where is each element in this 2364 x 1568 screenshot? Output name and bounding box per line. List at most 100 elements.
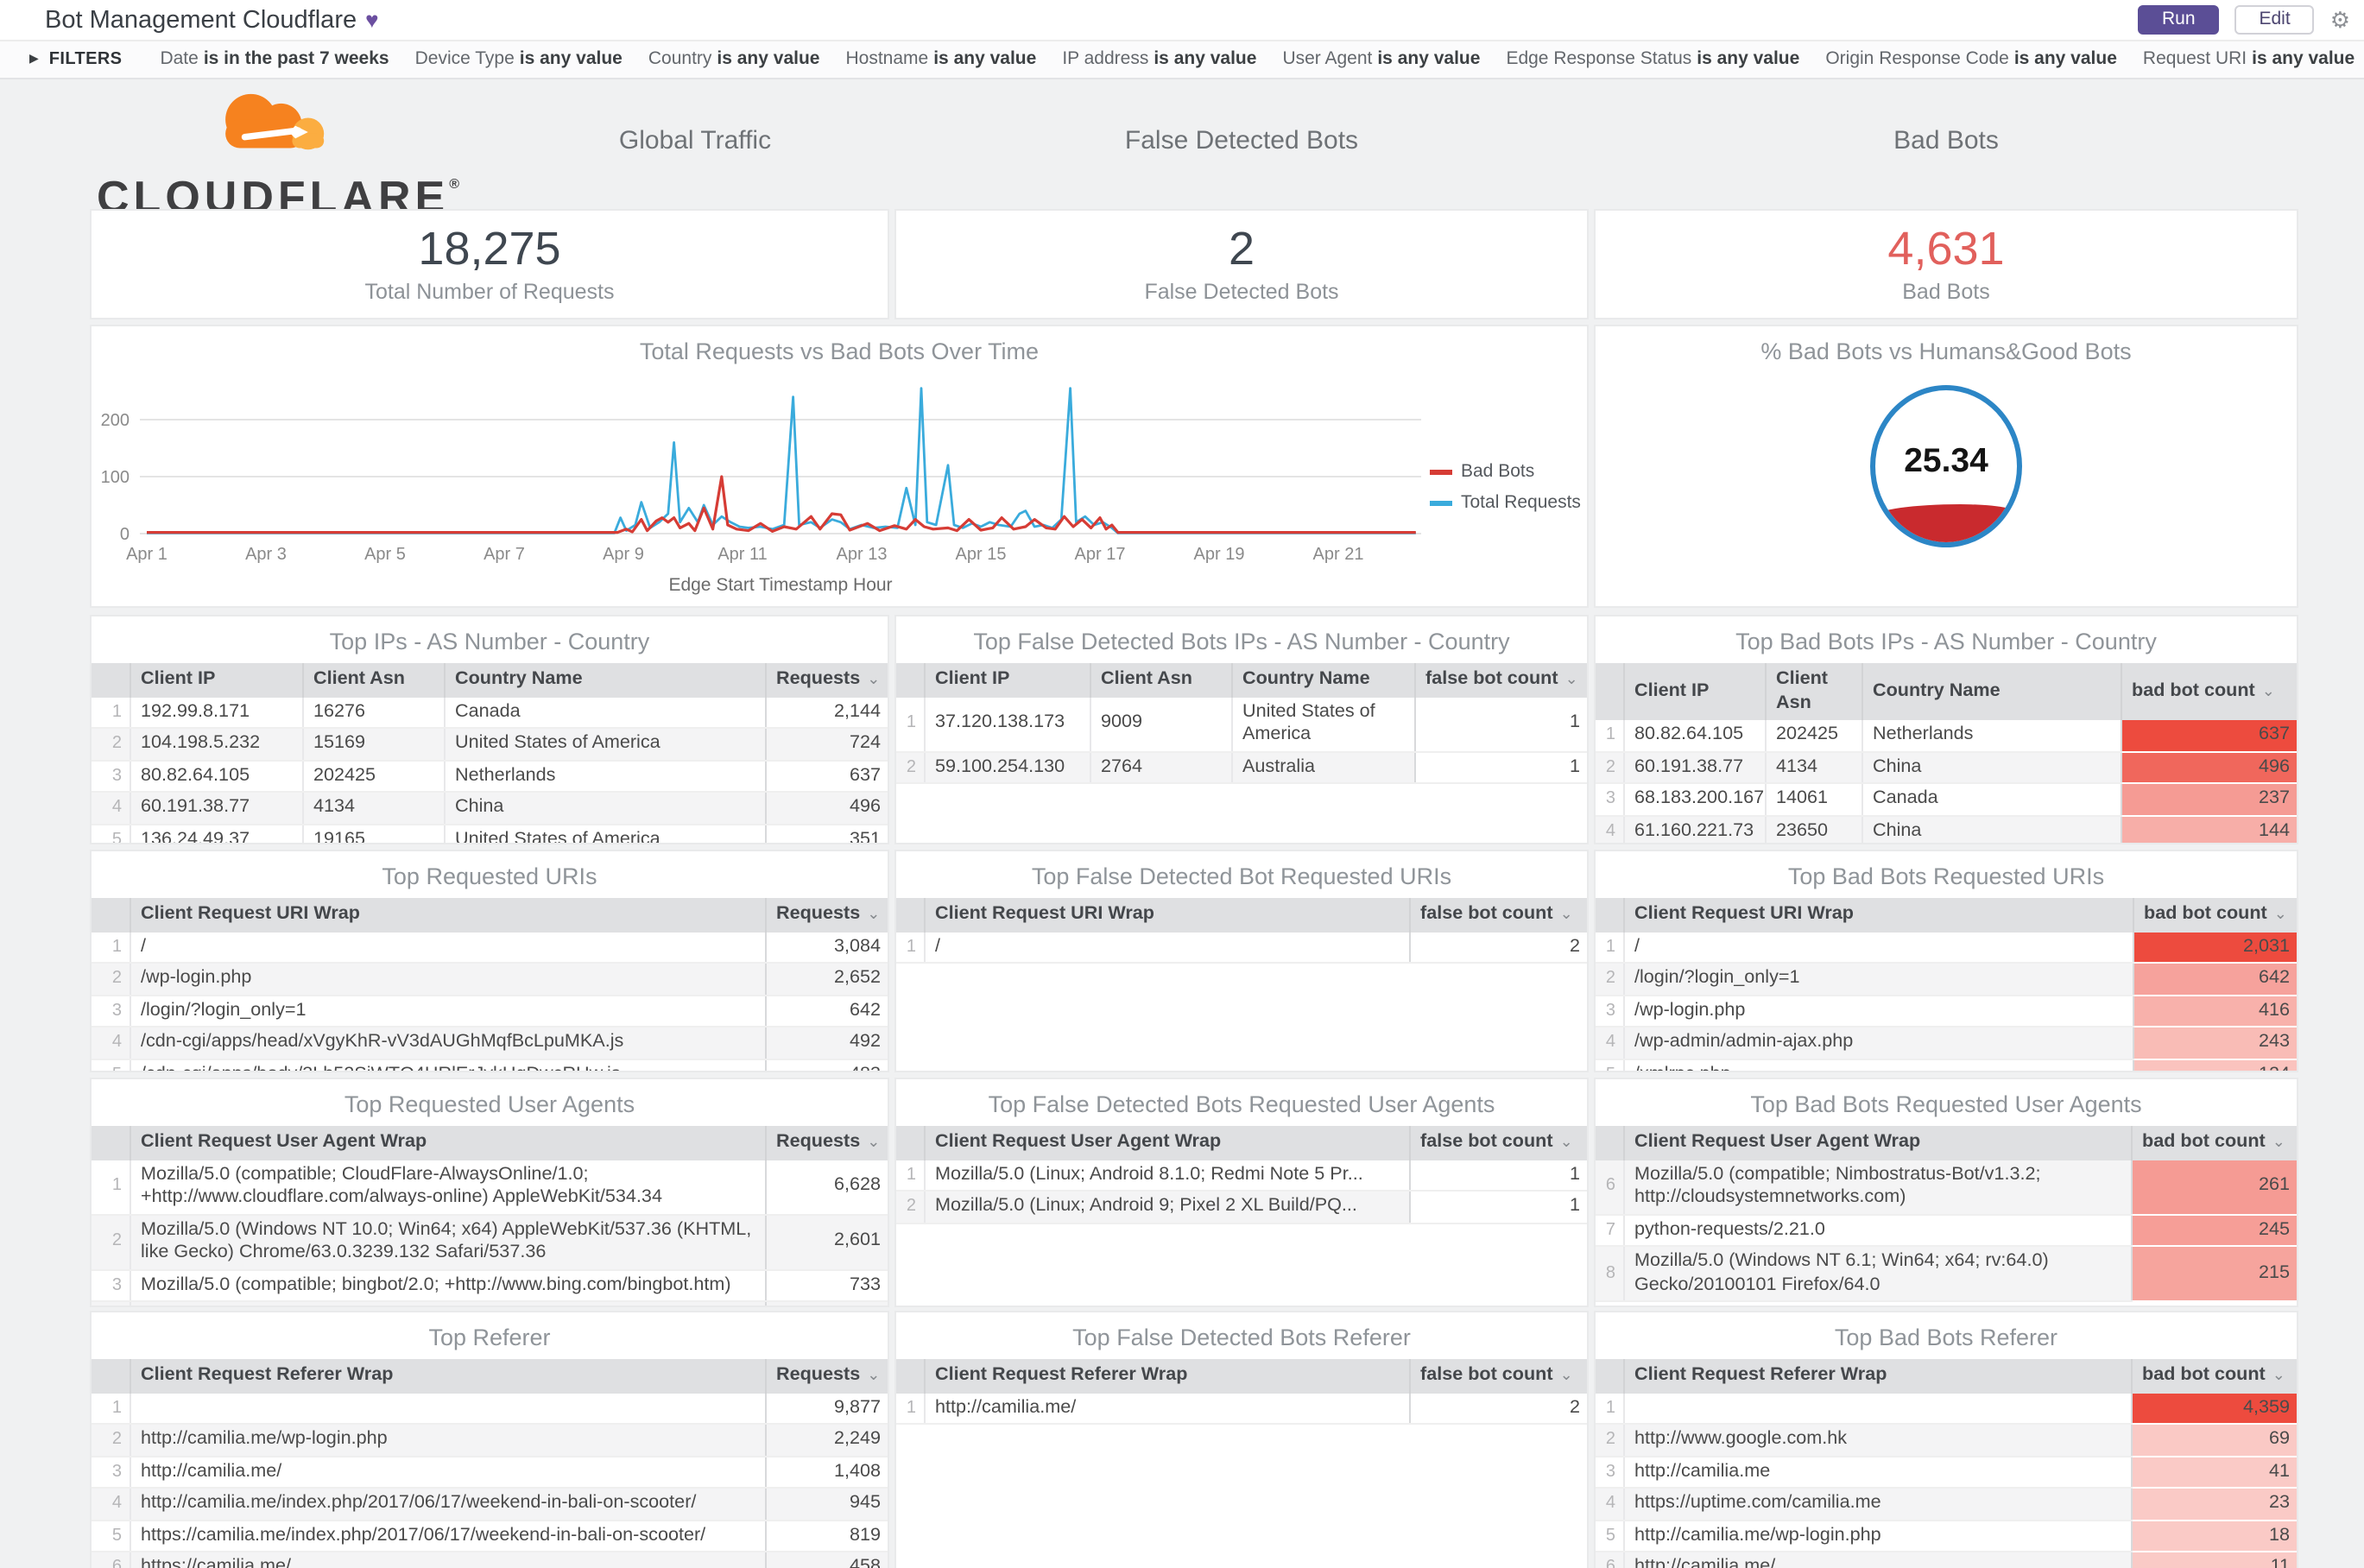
column-header-client-request-uri-wrap[interactable]: Client Request URI Wrap bbox=[923, 898, 1409, 932]
column-header-bad-bot-count[interactable]: bad bot count ⌄ bbox=[2120, 663, 2297, 720]
measure-cell[interactable]: 69 bbox=[2130, 1424, 2297, 1457]
legend-item-bad-bots[interactable]: Bad Bots bbox=[1430, 461, 1581, 482]
filter-item-country[interactable]: Country is any value bbox=[648, 48, 820, 69]
measure-cell[interactable]: 2 bbox=[1408, 1393, 1587, 1425]
kpi-value[interactable]: 2 bbox=[896, 223, 1587, 276]
column-header-requests[interactable]: Requests ⌄ bbox=[764, 898, 888, 932]
column-header-client-request-uri-wrap[interactable]: Client Request URI Wrap bbox=[129, 898, 765, 932]
column-header-requests[interactable]: Requests ⌄ bbox=[764, 1126, 888, 1160]
filter-item-user-agent[interactable]: User Agent is any value bbox=[1282, 48, 1480, 69]
measure-cell[interactable]: 733 bbox=[764, 1269, 888, 1302]
measure-cell[interactable]: 2 bbox=[1408, 932, 1587, 964]
column-header-client-ip[interactable]: Client IP bbox=[129, 663, 302, 697]
filter-item-origin-response-code[interactable]: Origin Response Code is any value bbox=[1825, 48, 2117, 69]
kpi-value[interactable]: 18,275 bbox=[92, 223, 888, 276]
column-header-requests[interactable]: Requests ⌄ bbox=[764, 1359, 888, 1393]
column-header-country-name[interactable]: Country Name bbox=[1861, 663, 2121, 720]
measure-cell[interactable]: 245 bbox=[2130, 1214, 2297, 1247]
measure-cell[interactable]: 945 bbox=[764, 1488, 888, 1521]
measure-cell[interactable]: 9,877 bbox=[764, 1393, 888, 1425]
measure-cell[interactable]: 2,601 bbox=[764, 1214, 888, 1270]
card-title: Top Requested URIs bbox=[382, 863, 597, 889]
column-header-country-name[interactable]: Country Name bbox=[1230, 663, 1414, 697]
measure-cell[interactable]: 243 bbox=[2132, 1027, 2297, 1059]
row-number: 3 bbox=[92, 995, 130, 1027]
sort-desc-icon: ⌄ bbox=[1559, 905, 1573, 922]
measure-cell[interactable]: 496 bbox=[2120, 751, 2297, 784]
measure-cell[interactable]: 1 bbox=[1413, 697, 1587, 752]
measure-cell[interactable]: 215 bbox=[2130, 1246, 2297, 1302]
column-header-client-asn[interactable]: Client Asn bbox=[1764, 663, 1861, 720]
measure-cell[interactable]: 41 bbox=[2130, 1456, 2297, 1489]
filter-item-edge-response-status[interactable]: Edge Response Status is any value bbox=[1506, 48, 1799, 69]
measure-cell[interactable]: 2,031 bbox=[2132, 932, 2297, 964]
measure-cell[interactable]: 492 bbox=[764, 1027, 888, 1059]
column-header-client-request-uri-wrap[interactable]: Client Request URI Wrap bbox=[1622, 898, 2133, 932]
measure-cell[interactable]: 483 bbox=[764, 1059, 888, 1071]
measure-cell[interactable]: 724 bbox=[764, 728, 888, 761]
column-header-false-bot-count[interactable]: false bot count ⌄ bbox=[1408, 1126, 1587, 1160]
measure-cell[interactable]: 261 bbox=[2130, 1160, 2297, 1215]
filter-item-request-uri[interactable]: Request URI is any value bbox=[2143, 48, 2355, 69]
measure-cell[interactable]: 1,408 bbox=[764, 1456, 888, 1489]
measure-cell[interactable]: 642 bbox=[764, 995, 888, 1027]
filter-item-date[interactable]: Date is in the past 7 weeks bbox=[160, 48, 389, 69]
column-header-client-ip[interactable]: Client IP bbox=[1622, 663, 1765, 720]
measure-cell[interactable]: 351 bbox=[764, 824, 888, 843]
measure-cell[interactable]: 496 bbox=[764, 792, 888, 825]
column-header-bad-bot-count[interactable]: bad bot count ⌄ bbox=[2130, 1126, 2297, 1160]
edit-button[interactable]: Edit bbox=[2234, 5, 2315, 35]
measure-cell[interactable]: 1 bbox=[1408, 1160, 1587, 1192]
filter-item-device-type[interactable]: Device Type is any value bbox=[415, 48, 623, 69]
measure-cell[interactable]: 4,359 bbox=[2130, 1393, 2297, 1425]
filters-expand-icon[interactable]: ▶ bbox=[29, 52, 39, 66]
column-header-client-asn[interactable]: Client Asn bbox=[301, 663, 444, 697]
column-header-client-request-referer-wrap[interactable]: Client Request Referer Wrap bbox=[923, 1359, 1409, 1393]
measure-cell[interactable]: 6,628 bbox=[764, 1160, 888, 1215]
filters-label[interactable]: FILTERS bbox=[49, 49, 123, 68]
gear-icon[interactable]: ⚙ bbox=[2330, 6, 2350, 34]
measure-cell[interactable]: 458 bbox=[764, 1552, 888, 1568]
measure-cell[interactable]: 3,084 bbox=[764, 932, 888, 964]
measure-cell[interactable]: 144 bbox=[2120, 815, 2297, 843]
measure-cell[interactable]: 237 bbox=[2120, 783, 2297, 816]
measure-cell[interactable]: 2,249 bbox=[764, 1424, 888, 1457]
row-number: 1 bbox=[896, 1393, 924, 1425]
measure-cell[interactable]: 23 bbox=[2130, 1488, 2297, 1521]
filter-item-hostname[interactable]: Hostname is any value bbox=[846, 48, 1037, 69]
legend-item-total-requests[interactable]: Total Requests bbox=[1430, 492, 1581, 513]
measure-cell[interactable]: 2,652 bbox=[764, 963, 888, 996]
column-header-client-request-referer-wrap[interactable]: Client Request Referer Wrap bbox=[129, 1359, 765, 1393]
svg-text:Apr 1: Apr 1 bbox=[126, 545, 168, 564]
measure-cell[interactable]: 416 bbox=[2132, 995, 2297, 1027]
column-header-requests[interactable]: Requests ⌄ bbox=[764, 663, 888, 697]
kpi-value[interactable]: 4,631 bbox=[1596, 223, 2297, 276]
column-header-client-asn[interactable]: Client Asn bbox=[1089, 663, 1231, 697]
run-button[interactable]: Run bbox=[2137, 5, 2220, 35]
column-header-client-request-referer-wrap[interactable]: Client Request Referer Wrap bbox=[1622, 1359, 2131, 1393]
column-header-false-bot-count[interactable]: false bot count ⌄ bbox=[1413, 663, 1587, 697]
dimension-cell bbox=[129, 1393, 765, 1425]
measure-cell[interactable]: 637 bbox=[764, 760, 888, 793]
measure-cell[interactable]: 642 bbox=[2132, 963, 2297, 996]
column-header-client-ip[interactable]: Client IP bbox=[923, 663, 1090, 697]
row-number: 6 bbox=[1596, 1160, 1623, 1215]
measure-cell[interactable]: 681 bbox=[764, 1301, 888, 1306]
column-header-client-request-user-agent-wrap[interactable]: Client Request User Agent Wrap bbox=[1622, 1126, 2131, 1160]
filter-item-ip-address[interactable]: IP address is any value bbox=[1062, 48, 1256, 69]
measure-cell[interactable]: 11 bbox=[2130, 1552, 2297, 1568]
column-header-false-bot-count[interactable]: false bot count ⌄ bbox=[1408, 1359, 1587, 1393]
measure-cell[interactable]: 637 bbox=[2120, 720, 2297, 752]
measure-cell[interactable]: 819 bbox=[764, 1520, 888, 1552]
measure-cell[interactable]: 124 bbox=[2132, 1059, 2297, 1071]
column-header-bad-bot-count[interactable]: bad bot count ⌄ bbox=[2130, 1359, 2297, 1393]
column-header-country-name[interactable]: Country Name bbox=[443, 663, 765, 697]
column-header-client-request-user-agent-wrap[interactable]: Client Request User Agent Wrap bbox=[129, 1126, 765, 1160]
column-header-false-bot-count[interactable]: false bot count ⌄ bbox=[1408, 898, 1587, 932]
measure-cell[interactable]: 18 bbox=[2130, 1520, 2297, 1552]
column-header-client-request-user-agent-wrap[interactable]: Client Request User Agent Wrap bbox=[923, 1126, 1409, 1160]
measure-cell[interactable]: 1 bbox=[1408, 1191, 1587, 1223]
column-header-bad-bot-count[interactable]: bad bot count ⌄ bbox=[2132, 898, 2297, 932]
measure-cell[interactable]: 1 bbox=[1413, 751, 1587, 784]
measure-cell[interactable]: 2,144 bbox=[764, 697, 888, 729]
